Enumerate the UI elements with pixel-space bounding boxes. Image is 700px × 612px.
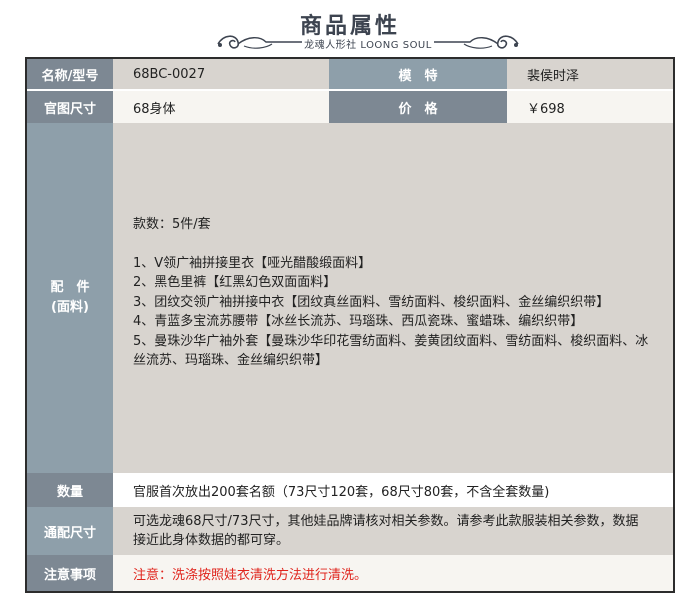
subtitle-row: 龙魂人形社 LOONG SOUL: [214, 30, 522, 52]
mold-label: 模 特: [329, 59, 507, 91]
parts-value: 款数：5件/套 1、V领广袖拼接里衣【哑光醋酸缎面料】 2、黑色里裤【红黑幻色双…: [113, 123, 673, 473]
price-value: ￥698: [507, 91, 673, 123]
size-value: 68身体: [113, 91, 329, 123]
row-parts: 配 件 (面料) 款数：5件/套 1、V领广袖拼接里衣【哑光醋酸缎面料】 2、黑…: [27, 123, 673, 473]
parts-label-line1: 配 件: [50, 280, 90, 295]
right-ornament-icon: [434, 35, 519, 49]
mold-value: 裴侯时泽: [507, 59, 673, 91]
row-fit: 通配尺寸 可选龙魂68尺寸/73尺寸，其他娃品牌请核对相关参数。请参考此款服装相…: [27, 507, 673, 555]
parts-label-line2: (面料): [51, 300, 89, 315]
price-label: 价 格: [329, 91, 507, 123]
parts-item: 丝流苏、玛瑙珠、金丝编织织带】: [133, 353, 329, 368]
model-label: 名称/型号: [27, 59, 113, 91]
fit-line1: 可选龙魂68尺寸/73尺寸，其他娃品牌请核对相关参数。请参考此款服装相关参数，数…: [133, 514, 639, 529]
parts-item: 1、V领广袖拼接里衣【哑光醋酸缎面料】: [133, 255, 372, 271]
fit-value: 可选龙魂68尺寸/73尺寸，其他娃品牌请核对相关参数。请参考此款服装相关参数，数…: [113, 507, 673, 555]
notice-label: 注意事项: [27, 555, 113, 591]
row-quantity: 数量 官服首次放出200套名额（73尺寸120套，68尺寸80套，不含全套数量): [27, 473, 673, 507]
quantity-value: 官服首次放出200套名额（73尺寸120套，68尺寸80套，不含全套数量): [113, 473, 673, 507]
row-size: 官图尺寸 68身体 价 格 ￥698: [27, 91, 673, 123]
product-attributes-table: 名称/型号 68BC-0027 模 特 裴侯时泽 官图尺寸 68身体 价 格 ￥…: [25, 57, 675, 593]
row-model: 名称/型号 68BC-0027 模 特 裴侯时泽: [27, 59, 673, 91]
row-notice: 注意事项 注意：洗涤按照娃衣清洗方法进行清洗。: [27, 555, 673, 591]
section-header: 商品属性 龙魂人形社 LOONG SOUL: [0, 0, 700, 56]
parts-item: 4、青蓝多宝流苏腰带【冰丝长流苏、玛瑙珠、西瓜瓷珠、蜜蜡珠、编织织带】: [133, 314, 584, 329]
parts-label: 配 件 (面料): [27, 123, 113, 473]
quantity-label: 数量: [27, 473, 113, 507]
parts-item: 2、黑色里裤【红黑幻色双面面料】: [133, 275, 337, 290]
notice-value: 注意：洗涤按照娃衣清洗方法进行清洗。: [113, 555, 673, 591]
model-value: 68BC-0027: [113, 59, 329, 91]
fit-line2: 接近此身体数据的都可穿。: [133, 533, 290, 548]
size-label: 官图尺寸: [27, 91, 113, 123]
parts-text: 款数：5件/套 1、V领广袖拼接里衣【哑光醋酸缎面料】 2、黑色里裤【红黑幻色双…: [113, 215, 673, 371]
parts-count: 款数：5件/套: [133, 217, 211, 232]
parts-item: 5、曼珠沙华广袖外套【曼珠沙华印花雪纺面料、姜黄团纹面料、雪纺面料、梭织面料、冰: [133, 333, 649, 349]
fit-label: 通配尺寸: [27, 507, 113, 555]
parts-item: 3、团纹交领广袖拼接中衣【团纹真丝面料、雪纺面料、梭织面料、金丝编织织带】: [133, 294, 610, 310]
